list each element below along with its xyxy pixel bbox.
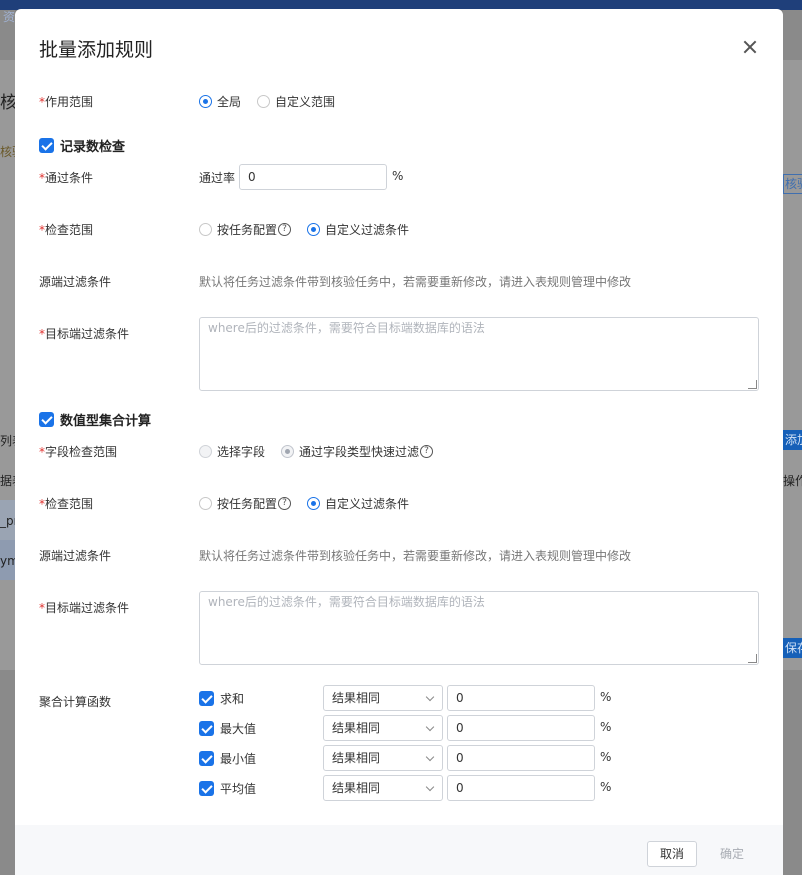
check-scope-radio-task[interactable]: 按任务配置? [199,221,292,238]
agg-function-min-checkbox[interactable]: 最小值 [199,750,256,767]
checkbox-checked-icon[interactable] [199,691,214,706]
agg-function-avg-checkbox[interactable]: 平均值 [199,780,256,797]
agg-function-sum-unit: % [600,690,612,704]
radio-disabled-selected-icon [281,445,295,458]
agg-check-scope-label: *检查范围 [39,497,94,511]
pass-rate-label: 通过率 [199,171,236,185]
agg-function-sum-value-input[interactable]: 0 [447,685,595,711]
agg-function-min-unit: % [600,750,612,764]
pass-rate-percent: % [392,169,404,183]
checkbox-checked-icon[interactable] [39,138,54,153]
batch-add-rules-dialog: 批量添加规则 *作用范围 全局 自定义范围 记录数检查 *通过条件 通过率 0 … [15,9,783,875]
agg-target-filter-label: *目标端过滤条件 [39,601,130,615]
record-check-section[interactable]: 记录数检查 [39,136,125,155]
agg-function-max-mode-select[interactable]: 结果相同 [323,715,443,741]
agg-source-filter-label: 源端过滤条件 [39,549,112,563]
checkbox-checked-icon[interactable] [199,781,214,796]
checkbox-checked-icon[interactable] [199,751,214,766]
field-scope-radio-type-filter[interactable]: 通过字段类型快速过滤? [281,443,434,460]
check-scope-radio-group: 按任务配置? 自定义过滤条件 [199,221,425,238]
agg-function-max-value-input[interactable]: 0 [447,715,595,741]
checkbox-checked-icon[interactable] [199,721,214,736]
scope-radio-group: 全局 自定义范围 [199,93,351,110]
chevron-down-icon [425,782,435,792]
agg-function-avg-value-input[interactable]: 0 [447,775,595,801]
agg-function-sum-mode-select[interactable]: 结果相同 [323,685,443,711]
target-filter-textarea[interactable]: where后的过滤条件，需要符合目标端数据库的语法 [199,317,759,391]
agg-check-scope-radio-group: 按任务配置? 自定义过滤条件 [199,495,425,512]
cancel-button[interactable]: 取消 [647,841,697,867]
background-label: 操作 [783,474,802,488]
agg-function-avg-mode-select[interactable]: 结果相同 [323,775,443,801]
help-icon[interactable]: ? [420,445,434,458]
background-save-button: 保存 [783,638,802,658]
radio-empty-icon [199,223,212,236]
background-add-button: 添加 [783,430,802,450]
radio-disabled-icon [199,445,212,458]
agg-function-max-checkbox[interactable]: 最大值 [199,720,256,737]
target-filter-label: *目标端过滤条件 [39,327,130,341]
background-label: 核验 [0,145,15,159]
scope-radio-global[interactable]: 全局 [199,93,241,110]
agg-target-filter-textarea[interactable]: where后的过滤条件，需要符合目标端数据库的语法 [199,591,759,665]
agg-function-min-value-input[interactable]: 0 [447,745,595,771]
agg-source-filter-hint: 默认将任务过滤条件带到核验任务中，若需要重新修改，请进入表规则管理中修改 [199,549,632,563]
pass-condition-label: *通过条件 [39,171,94,185]
help-icon[interactable]: ? [278,497,292,510]
background-label: _pr [0,514,15,528]
chevron-down-icon [425,722,435,732]
radio-empty-icon [257,95,271,108]
agg-check-scope-radio-custom[interactable]: 自定义过滤条件 [307,495,409,512]
background-verify-button: 核验 [783,174,802,194]
background-label: ym [0,554,15,568]
radio-selected-icon [307,497,321,510]
background-label: 核验 [0,93,15,113]
background-right-panel [783,60,802,670]
background-label: 据表 [0,474,15,488]
agg-function-avg-unit: % [600,780,612,794]
help-icon[interactable]: ? [278,223,292,236]
agg-function-min-mode-select[interactable]: 结果相同 [323,745,443,771]
chevron-down-icon [425,692,435,702]
radio-selected-icon [307,223,321,236]
check-scope-label: *检查范围 [39,223,94,237]
source-filter-hint: 默认将任务过滤条件带到核验任务中，若需要重新修改，请进入表规则管理中修改 [199,275,632,289]
agg-function-sum-checkbox[interactable]: 求和 [199,690,244,707]
scope-label: *作用范围 [39,95,94,109]
numeric-agg-section[interactable]: 数值型集合计算 [39,410,151,429]
check-scope-radio-custom[interactable]: 自定义过滤条件 [307,221,409,238]
background-label: 资 [3,10,15,24]
background-label: 列表 [0,434,15,448]
agg-function-max-unit: % [600,720,612,734]
close-icon[interactable] [742,39,758,55]
scope-radio-custom[interactable]: 自定义范围 [257,93,335,110]
field-scope-label: *字段检查范围 [39,445,118,459]
agg-functions-label: 聚合计算函数 [39,695,112,709]
field-scope-radio-select[interactable]: 选择字段 [199,443,265,460]
radio-empty-icon [199,497,212,510]
confirm-button[interactable]: 确定 [707,841,757,867]
dialog-title: 批量添加规则 [39,39,154,61]
radio-selected-icon [199,95,212,108]
agg-check-scope-radio-task[interactable]: 按任务配置? [199,495,292,512]
pass-rate-input[interactable]: 0 [239,164,387,190]
source-filter-label: 源端过滤条件 [39,275,112,289]
field-scope-radio-group: 选择字段 通过字段类型快速过滤? [199,443,449,460]
chevron-down-icon [425,752,435,762]
checkbox-checked-icon[interactable] [39,412,54,427]
